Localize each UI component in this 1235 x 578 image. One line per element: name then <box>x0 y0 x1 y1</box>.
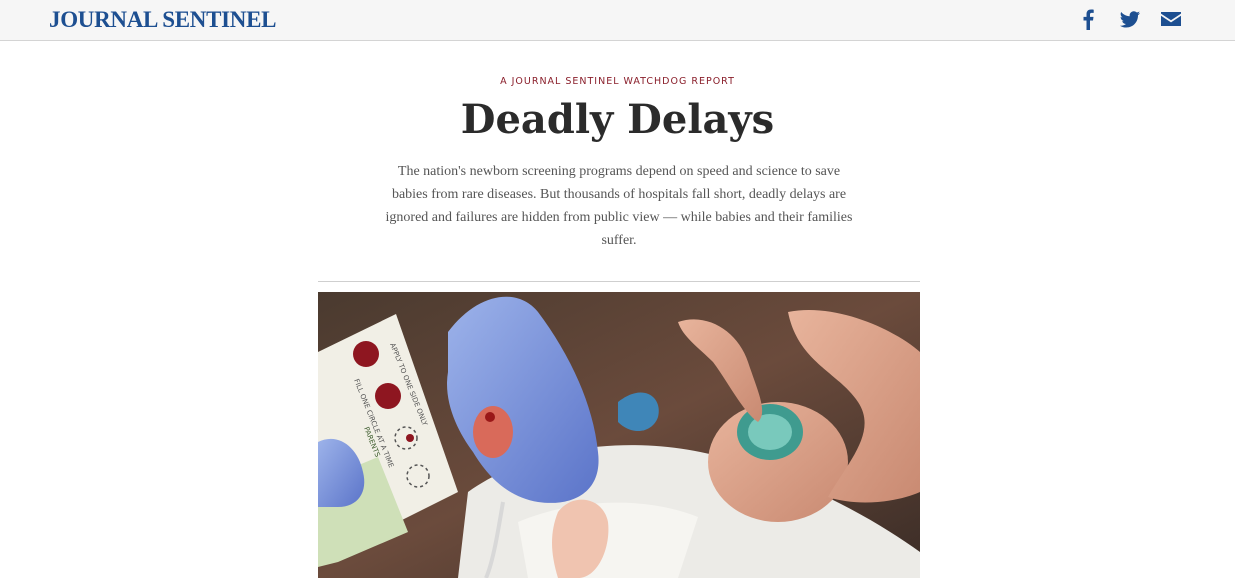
facebook-icon[interactable] <box>1081 8 1095 30</box>
site-logo[interactable]: JOURNAL SENTINEL <box>49 6 276 34</box>
divider <box>318 281 920 282</box>
hero-photo: APPLY TO ONE SIDE ONLY FILL ONE CIRCLE A… <box>318 292 920 578</box>
email-icon[interactable] <box>1160 8 1182 30</box>
article-headline: Deadly Delays <box>460 96 775 143</box>
article-dek: The nation's newborn screening programs … <box>385 164 853 248</box>
twitter-icon[interactable] <box>1119 8 1141 30</box>
article-kicker: A JOURNAL SENTINEL WATCHDOG REPORT <box>500 76 735 87</box>
top-navigation-bar: JOURNAL SENTINEL <box>0 0 1235 41</box>
